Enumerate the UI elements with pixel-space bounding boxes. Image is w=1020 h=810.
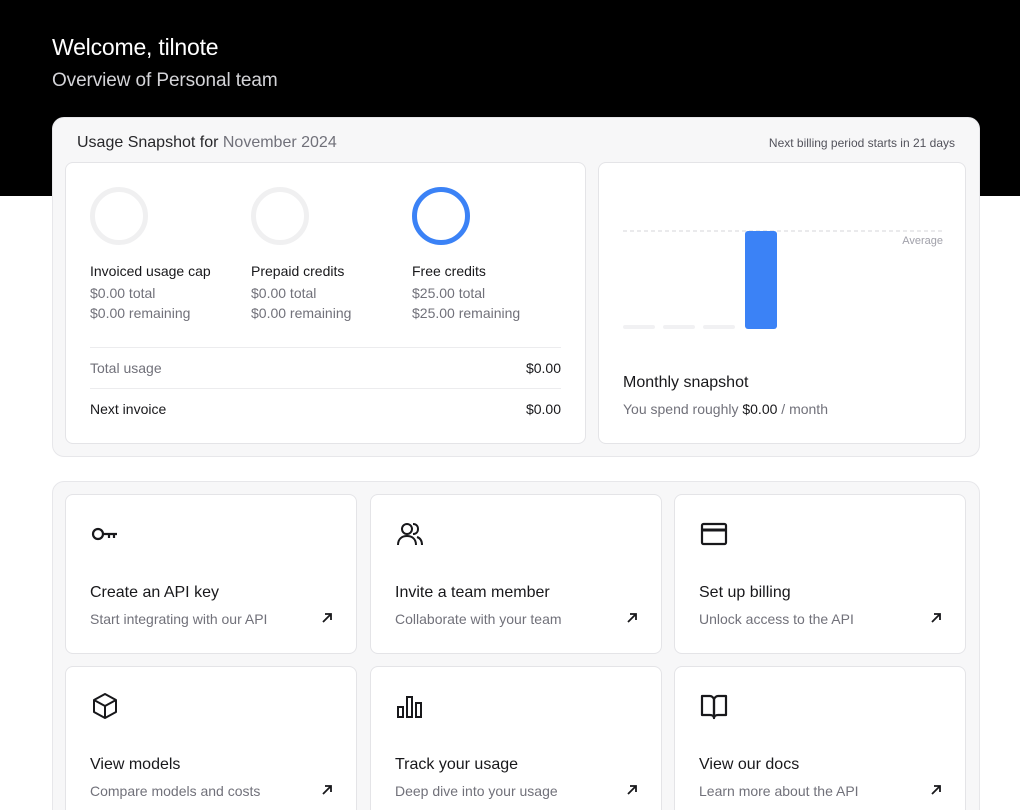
spend-amount: $0.00 — [742, 401, 778, 417]
average-label: Average — [902, 235, 943, 247]
action-set-up-billing[interactable]: Set up billing Unlock access to the API — [674, 494, 966, 654]
welcome-title: Welcome, tilnote — [52, 34, 219, 60]
credit-invoiced-cap: Invoiced usage cap $0.00 total $0.00 rem… — [90, 263, 211, 321]
action-view-docs[interactable]: View our docs Learn more about the API — [674, 666, 966, 810]
invoiced-cap-ring-icon — [90, 187, 148, 245]
next-invoice-row: Next invoice $0.00 — [90, 401, 561, 417]
action-description: Compare models and costs — [90, 783, 261, 799]
credit-total: $0.00 total — [90, 285, 156, 301]
monthly-bar-chart — [623, 230, 942, 329]
arrow-up-right-icon — [322, 613, 332, 623]
action-description: Start integrating with our API — [90, 611, 268, 627]
usage-snapshot-panel: Usage Snapshot for November 2024 Next bi… — [52, 117, 980, 457]
credit-card-icon — [700, 522, 728, 546]
action-title: Set up billing — [699, 584, 791, 601]
action-create-api-key[interactable]: Create an API key Start integrating with… — [65, 494, 357, 654]
action-description: Learn more about the API — [699, 783, 859, 799]
monthly-spend-text: You spend roughly $0.00 / month — [623, 401, 828, 417]
users-icon — [397, 523, 423, 546]
key-icon — [91, 527, 117, 541]
action-view-models[interactable]: View models Compare models and costs — [65, 666, 357, 810]
monthly-snapshot-card: Average Monthly snapshot You spend rough… — [598, 162, 966, 444]
snapshot-month: November 2024 — [222, 134, 337, 151]
credit-remaining: $0.00 remaining — [90, 305, 191, 321]
credit-total: $0.00 total — [251, 285, 317, 301]
credit-remaining: $0.00 remaining — [251, 305, 352, 321]
credit-name: Prepaid credits — [251, 263, 345, 279]
arrow-up-right-icon — [322, 785, 332, 795]
divider — [90, 347, 561, 348]
usage-card: Invoiced usage cap $0.00 total $0.00 rem… — [65, 162, 586, 444]
arrow-up-right-icon — [627, 785, 637, 795]
action-track-usage[interactable]: Track your usage Deep dive into your usa… — [370, 666, 662, 810]
chart-bar — [663, 325, 695, 329]
arrow-up-right-icon — [931, 785, 941, 795]
book-icon — [700, 694, 728, 720]
chart-bar — [745, 231, 777, 329]
total-usage-row: Total usage $0.00 — [90, 360, 561, 376]
team-subtitle: Overview of Personal team — [52, 70, 278, 91]
credit-total: $25.00 total — [412, 285, 486, 301]
credit-name: Invoiced usage cap — [90, 263, 211, 279]
arrow-up-right-icon — [931, 613, 941, 623]
action-title: Track your usage — [395, 756, 519, 773]
chart-bar — [623, 325, 655, 329]
action-title: Invite a team member — [395, 584, 550, 601]
action-title: View models — [90, 756, 181, 773]
cube-icon — [93, 693, 117, 719]
credit-remaining: $25.00 remaining — [412, 305, 521, 321]
action-description: Deep dive into your usage — [395, 783, 558, 799]
next-invoice-value: $0.00 — [525, 401, 561, 417]
prepaid-credits-ring-icon — [251, 187, 309, 245]
monthly-snapshot-title: Monthly snapshot — [623, 374, 749, 391]
arrow-up-right-icon — [627, 613, 637, 623]
bar-chart-icon — [397, 696, 422, 718]
spend-suffix: / month — [781, 401, 828, 417]
credit-free: Free credits $25.00 total $25.00 remaini… — [412, 263, 520, 321]
free-credits-ring-icon — [412, 187, 470, 245]
snapshot-title: Usage Snapshot for — [77, 134, 219, 151]
total-usage-label: Total usage — [90, 360, 162, 376]
chart-bar — [703, 325, 735, 329]
action-invite-team-member[interactable]: Invite a team member Collaborate with yo… — [370, 494, 662, 654]
next-invoice-label: Next invoice — [90, 401, 167, 417]
spend-prefix: You spend roughly — [623, 401, 739, 417]
credit-name: Free credits — [412, 263, 486, 279]
action-title: View our docs — [699, 756, 800, 773]
credit-prepaid: Prepaid credits $0.00 total $0.00 remain… — [251, 263, 351, 321]
snapshot-heading: Usage Snapshot for November 2024 — [77, 134, 337, 152]
divider — [90, 388, 561, 389]
billing-period-note: Next billing period starts in 21 days — [768, 136, 955, 150]
action-title: Create an API key — [90, 584, 219, 601]
action-description: Collaborate with your team — [395, 611, 562, 627]
total-usage-value: $0.00 — [525, 360, 561, 376]
quick-actions-panel: Create an API key Start integrating with… — [52, 481, 980, 810]
action-description: Unlock access to the API — [699, 611, 854, 627]
header-text: Welcome, tilnote Overview of Personal te… — [52, 34, 278, 92]
